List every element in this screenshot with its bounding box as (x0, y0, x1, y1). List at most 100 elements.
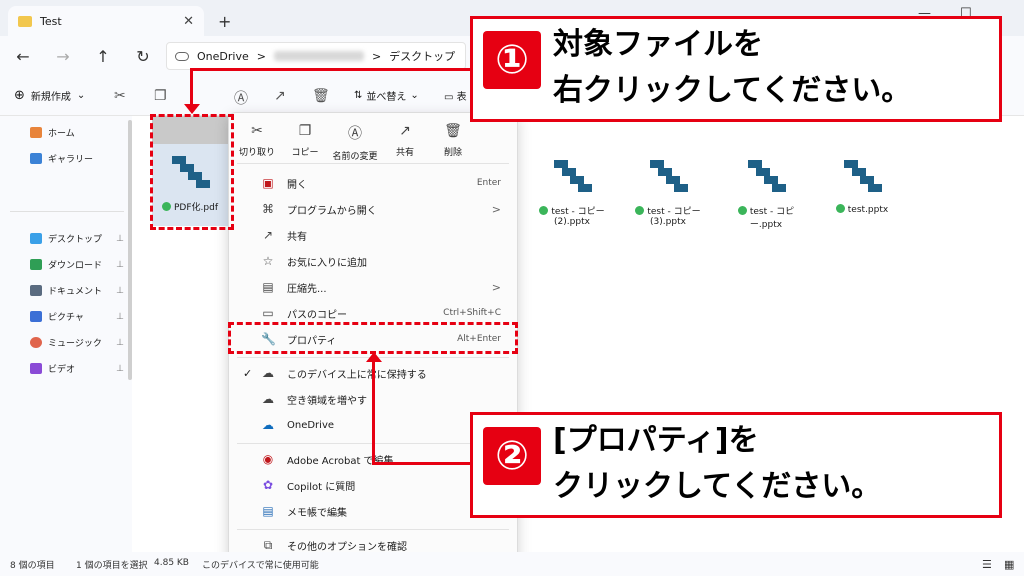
pictures-icon (30, 311, 42, 322)
callout-line-2: 右クリックしてください。 (553, 73, 912, 108)
menu-item-label: Copilot に質問 (287, 481, 356, 493)
divider (10, 211, 124, 212)
zip-icon: ▤ (262, 280, 274, 294)
download-icon (30, 259, 42, 270)
sidebar-item-gallery[interactable]: ギャラリー (30, 152, 124, 165)
file-name: test.pptx (847, 205, 889, 215)
breadcrumb-desktop[interactable]: デスクトップ (389, 48, 455, 64)
plus-icon: ⊕ (14, 88, 25, 103)
cloud-sync-icon: ☁ (262, 366, 274, 380)
blurred-username (273, 51, 364, 61)
view-label: 表 (456, 92, 467, 103)
callout-step-2: ② [プロパティ]を クリックしてください。 (470, 412, 1002, 518)
file-item[interactable]: test - コピー (2).pptx (530, 160, 614, 227)
file-item[interactable]: test - コピー.pptx (724, 160, 808, 230)
sidebar-scrollbar[interactable] (128, 120, 132, 380)
pptx-file-icon (842, 160, 882, 196)
sidebar-item-music[interactable]: ミュージック ⊥ (30, 336, 124, 349)
step-number: ② (483, 427, 541, 485)
chevron-down-icon: ⌄ (76, 90, 86, 101)
sidebar-item-label: ダウンロード (48, 261, 103, 271)
details-view-icon[interactable]: ☰ (982, 558, 992, 571)
selection-size: 4.85 KB (154, 558, 189, 568)
share-label: 共有 (395, 148, 414, 158)
pin-icon: ⊥ (116, 233, 124, 244)
rename-label: 名前の変更 (332, 152, 378, 162)
sort-button[interactable]: ⇅ 並べ替え ⌄ (354, 88, 419, 103)
callout-step-1: ① 対象ファイルを 右クリックしてください。 (470, 16, 1002, 122)
rename-icon: Ⓐ (348, 126, 362, 142)
pdf-icon: ▣ (262, 176, 274, 190)
sidebar-item-label: ギャラリー (48, 155, 94, 165)
onedrive-icon: ☁ (262, 418, 274, 432)
chevron-down-icon: ⌄ (410, 90, 419, 101)
menu-shortcut: Ctrl+Shift+C (443, 308, 501, 318)
menu-item-label: メモ帳で編集 (287, 507, 347, 519)
cut-icon[interactable]: ✂ (114, 88, 126, 104)
tiles-view-icon[interactable]: ▦ (1004, 558, 1014, 571)
document-icon (30, 285, 42, 296)
sidebar-item-downloads[interactable]: ダウンロード ⊥ (30, 258, 124, 271)
view-button[interactable]: ▭ 表 (444, 88, 467, 103)
share-icon[interactable]: ↗ (274, 88, 286, 104)
cut-label: 切り取り (238, 148, 275, 158)
acrobat-icon: ◉ (262, 452, 274, 466)
music-icon (30, 337, 42, 348)
sidebar-item-label: ミュージック (48, 339, 102, 349)
folder-icon (18, 15, 32, 27)
copy-button[interactable]: ❐ コピー (277, 123, 333, 158)
sync-check-icon (737, 206, 747, 215)
refresh-button[interactable]: ↻ (128, 47, 158, 66)
callout-line-1: 対象ファイルを (553, 27, 763, 62)
copy-label: コピー (291, 148, 319, 158)
back-button[interactable]: ← (8, 47, 38, 66)
copy-icon[interactable]: ❐ (154, 88, 167, 104)
notepad-icon: ▤ (262, 504, 274, 518)
rename-icon[interactable]: Ⓐ (234, 88, 248, 108)
menu-item-favorite[interactable]: ☆ お気に入りに追加 (229, 249, 517, 273)
rename-button[interactable]: Ⓐ 名前の変更 (327, 123, 383, 162)
new-button[interactable]: ⊕ 新規作成 ⌄ (14, 88, 85, 103)
pin-icon: ⊥ (116, 363, 124, 374)
pin-icon: ⊥ (116, 259, 124, 270)
availability-status: このデバイスで常に使用可能 (202, 561, 319, 571)
menu-item-open-with[interactable]: ⌘ プログラムから開く > (229, 197, 517, 221)
delete-label: 削除 (443, 148, 462, 158)
breadcrumb-onedrive[interactable]: OneDrive (197, 50, 249, 63)
sidebar-item-pictures[interactable]: ピクチャ ⊥ (30, 310, 124, 323)
path-icon: ▭ (262, 306, 274, 320)
sync-check-icon (835, 204, 845, 213)
sidebar-item-home[interactable]: ホーム (30, 126, 124, 139)
new-tab-button[interactable]: + (218, 12, 231, 31)
menu-item-compress[interactable]: ▤ 圧縮先... > (229, 275, 517, 299)
sidebar-item-desktop[interactable]: デスクトップ ⊥ (30, 232, 124, 245)
callout-line-1: [プロパティ]を (553, 423, 759, 458)
menu-item-label: このデバイス上に常に保持する (287, 369, 427, 381)
step-number: ① (483, 31, 541, 89)
up-button[interactable]: ↑ (88, 47, 118, 66)
navigation-pane: ホーム ギャラリー デスクトップ ⊥ ダウンロード ⊥ ドキュメント ⊥ ピクチ… (0, 116, 132, 552)
address-bar[interactable]: OneDrive > > デスクトップ (166, 42, 466, 70)
chevron-right-icon: > (491, 280, 501, 294)
sidebar-item-label: デスクトップ (48, 235, 103, 245)
pin-icon: ⊥ (116, 311, 124, 322)
arrow-head-icon (184, 104, 200, 114)
menu-item-open[interactable]: ▣ 開く Enter (229, 171, 517, 195)
delete-button[interactable]: 🗑 削除 (425, 123, 481, 158)
view-icon: ▭ (444, 92, 457, 103)
window-tab[interactable]: Test ✕ (8, 6, 204, 36)
forward-button[interactable]: → (48, 47, 78, 66)
tab-title: Test (40, 14, 62, 28)
close-tab-icon[interactable]: ✕ (183, 14, 194, 29)
menu-shortcut: Enter (476, 178, 501, 188)
selection-count: 1 個の項目を選択 (76, 561, 148, 571)
sidebar-item-documents[interactable]: ドキュメント ⊥ (30, 284, 124, 297)
delete-icon[interactable]: 🗑 (312, 88, 330, 104)
sidebar-item-videos[interactable]: ビデオ ⊥ (30, 362, 124, 375)
file-item[interactable]: test - コピー (3).pptx (626, 160, 710, 227)
file-name: test - コピー (3).pptx (647, 207, 701, 227)
file-item[interactable]: test.pptx (820, 160, 904, 215)
sort-icon: ⇅ (354, 90, 363, 101)
menu-item-label: 空き領域を増やす (287, 395, 367, 407)
menu-item-share[interactable]: ↗ 共有 (229, 223, 517, 247)
